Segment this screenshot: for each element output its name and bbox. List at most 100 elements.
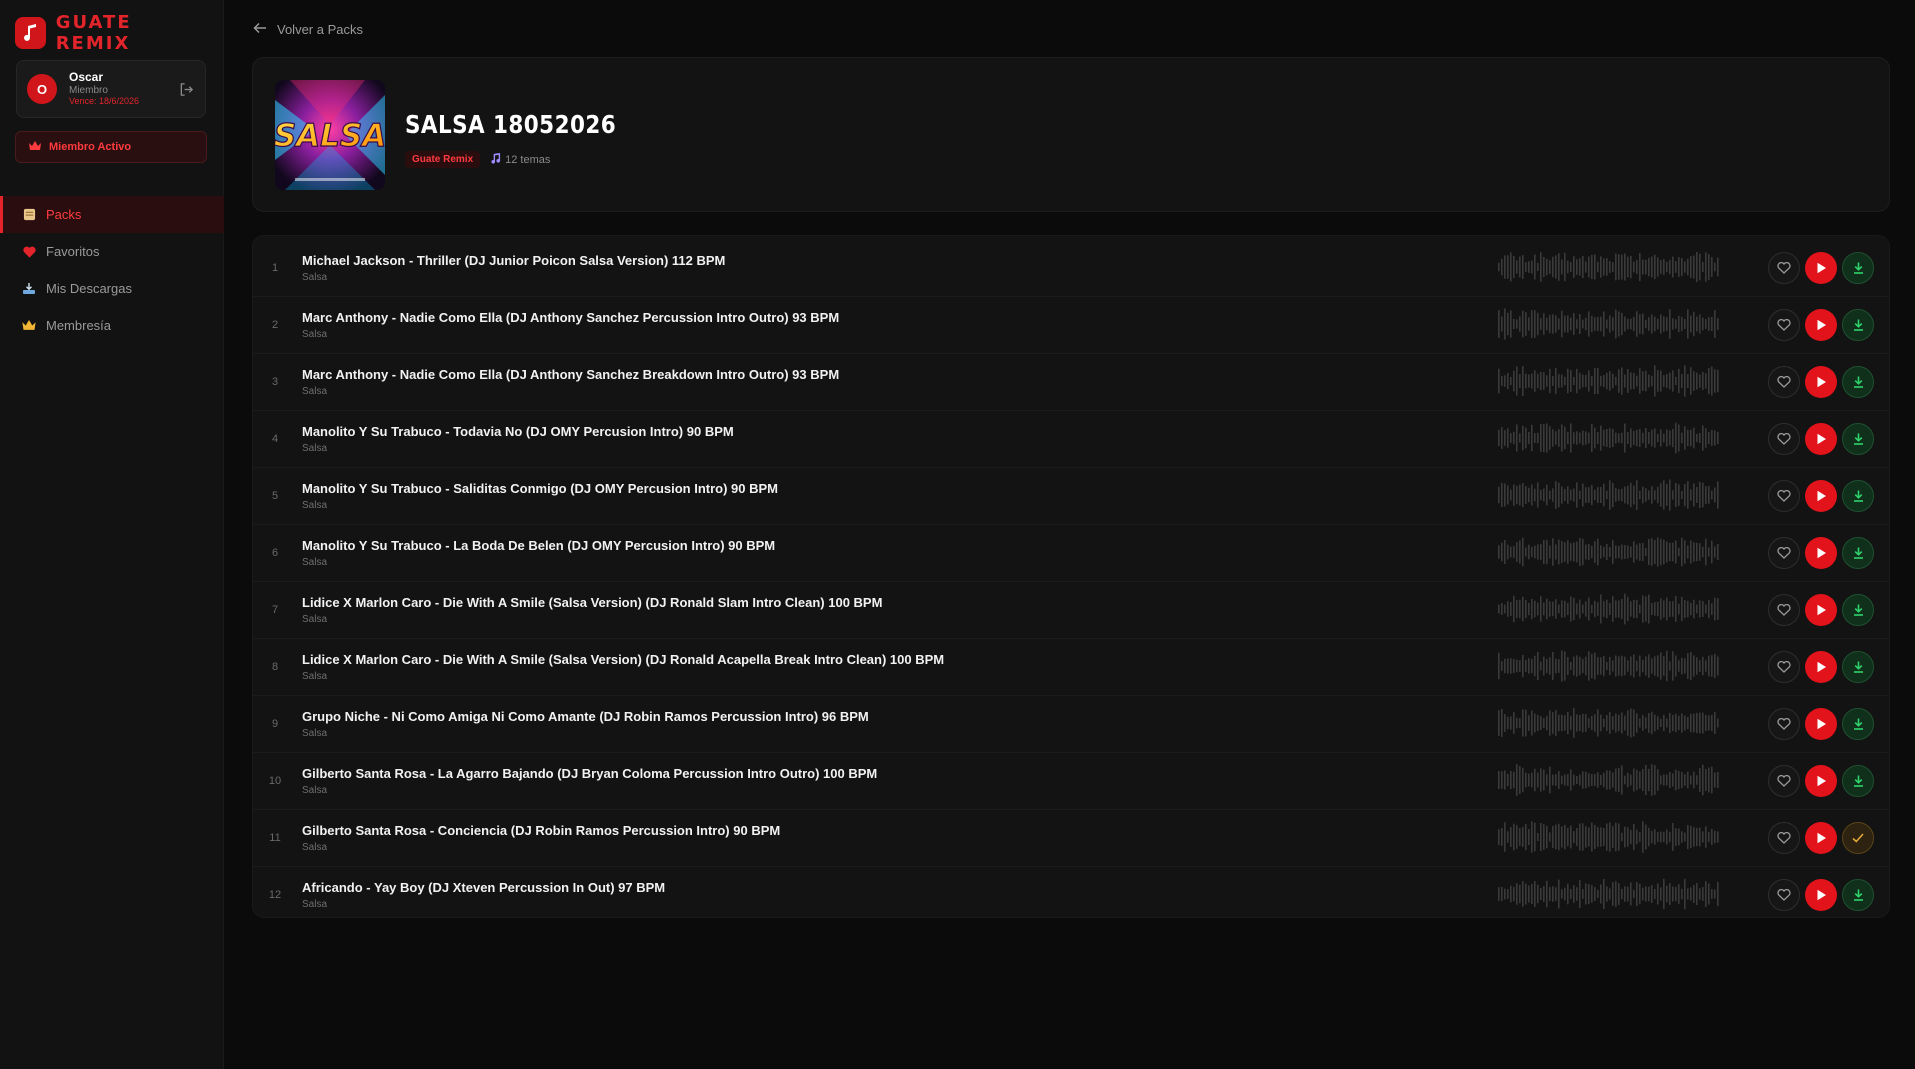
play-button[interactable] [1805, 423, 1837, 455]
waveform-bar [1711, 429, 1713, 447]
play-button[interactable] [1805, 366, 1837, 398]
waveform-bar [1666, 484, 1668, 506]
play-button[interactable] [1805, 708, 1837, 740]
waveform[interactable] [1498, 877, 1720, 911]
waveform-bar [1519, 316, 1521, 332]
pack-cover-image: SALSA [275, 80, 385, 190]
waveform-bar [1570, 369, 1572, 393]
favorite-button[interactable] [1768, 252, 1800, 284]
waveform-bar [1714, 653, 1716, 679]
sidebar-item-mis-descargas[interactable]: Mis Descargas [0, 270, 224, 307]
play-button[interactable] [1805, 651, 1837, 683]
favorite-button[interactable] [1768, 309, 1800, 341]
waveform-bar [1711, 257, 1713, 277]
play-button[interactable] [1805, 879, 1837, 911]
favorite-button[interactable] [1768, 366, 1800, 398]
sidebar-item-membresia[interactable]: Membresía [0, 307, 224, 344]
waveform-bar [1591, 653, 1593, 679]
logout-icon[interactable] [177, 80, 195, 98]
waveform-bar [1603, 483, 1605, 507]
favorite-button[interactable] [1768, 594, 1800, 626]
favorite-button[interactable] [1768, 765, 1800, 797]
waveform-bar [1579, 490, 1581, 500]
waveform-bar [1567, 368, 1569, 394]
sidebar-item-favoritos[interactable]: Favoritos [0, 233, 224, 270]
waveform-bar [1558, 714, 1560, 732]
waveform-bar [1699, 712, 1701, 734]
waveform-bar [1528, 715, 1530, 731]
waveform[interactable] [1498, 478, 1720, 512]
waveform[interactable] [1498, 592, 1720, 626]
play-button[interactable] [1805, 765, 1837, 797]
favorite-button[interactable] [1768, 480, 1800, 512]
download-button[interactable] [1842, 423, 1874, 455]
waveform-bar [1690, 825, 1692, 849]
waveform-bar [1660, 718, 1662, 728]
download-button[interactable] [1842, 252, 1874, 284]
play-button[interactable] [1805, 822, 1837, 854]
waveform-bar [1606, 319, 1608, 329]
waveform-bar [1522, 537, 1524, 567]
favorite-button[interactable] [1768, 651, 1800, 683]
play-button[interactable] [1805, 594, 1837, 626]
waveform[interactable] [1498, 421, 1720, 455]
waveform-bar [1510, 433, 1512, 443]
waveform-bar [1537, 602, 1539, 616]
waveform-bar [1669, 771, 1671, 789]
waveform-bar [1606, 661, 1608, 671]
favorite-button[interactable] [1768, 822, 1800, 854]
track-genre: Salsa [302, 329, 328, 340]
waveform-bar [1576, 828, 1578, 846]
music-note-icon [15, 17, 46, 49]
waveform-bar [1546, 258, 1548, 276]
waveform-bar [1699, 543, 1701, 561]
waveform-bar [1684, 658, 1686, 674]
waveform[interactable] [1498, 250, 1720, 284]
download-button[interactable] [1842, 480, 1874, 512]
play-button[interactable] [1805, 537, 1837, 569]
download-button[interactable] [1842, 594, 1874, 626]
brand[interactable]: GUATE REMIX [0, 0, 223, 54]
favorite-button[interactable] [1768, 537, 1800, 569]
waveform-bar [1615, 822, 1617, 852]
waveform-bar [1546, 423, 1548, 453]
heart-outline-icon [1777, 889, 1791, 901]
waveform-bar [1519, 484, 1521, 506]
waveform[interactable] [1498, 763, 1720, 797]
waveform-bar [1516, 424, 1518, 452]
favorite-button[interactable] [1768, 879, 1800, 911]
play-button[interactable] [1805, 252, 1837, 284]
download-button[interactable] [1842, 651, 1874, 683]
waveform[interactable] [1498, 307, 1720, 341]
waveform-bar [1693, 771, 1695, 789]
waveform[interactable] [1498, 649, 1720, 683]
download-button[interactable] [1842, 765, 1874, 797]
waveform[interactable] [1498, 820, 1720, 854]
back-to-packs-link[interactable]: Volver a Packs [253, 22, 363, 37]
download-button[interactable] [1842, 537, 1874, 569]
sidebar-item-packs[interactable]: Packs [0, 196, 224, 233]
download-button[interactable] [1842, 366, 1874, 398]
waveform[interactable] [1498, 706, 1720, 740]
play-button[interactable] [1805, 480, 1837, 512]
heart-outline-icon [1777, 490, 1791, 502]
waveform-bar [1504, 888, 1506, 900]
waveform-bar [1540, 372, 1542, 390]
play-button[interactable] [1805, 309, 1837, 341]
favorite-button[interactable] [1768, 708, 1800, 740]
downloaded-indicator[interactable] [1842, 822, 1874, 854]
waveform[interactable] [1498, 364, 1720, 398]
waveform-bar [1597, 432, 1599, 444]
download-button[interactable] [1842, 309, 1874, 341]
waveform-bar [1585, 261, 1587, 273]
waveform-bar [1633, 709, 1635, 737]
waveform-bar [1660, 483, 1662, 507]
favorite-button[interactable] [1768, 423, 1800, 455]
waveform-bar [1669, 372, 1671, 390]
waveform-bar [1699, 827, 1701, 847]
waveform[interactable] [1498, 535, 1720, 569]
download-button[interactable] [1842, 708, 1874, 740]
download-button[interactable] [1842, 879, 1874, 911]
folder-icon [22, 208, 36, 222]
waveform-bar [1678, 660, 1680, 672]
